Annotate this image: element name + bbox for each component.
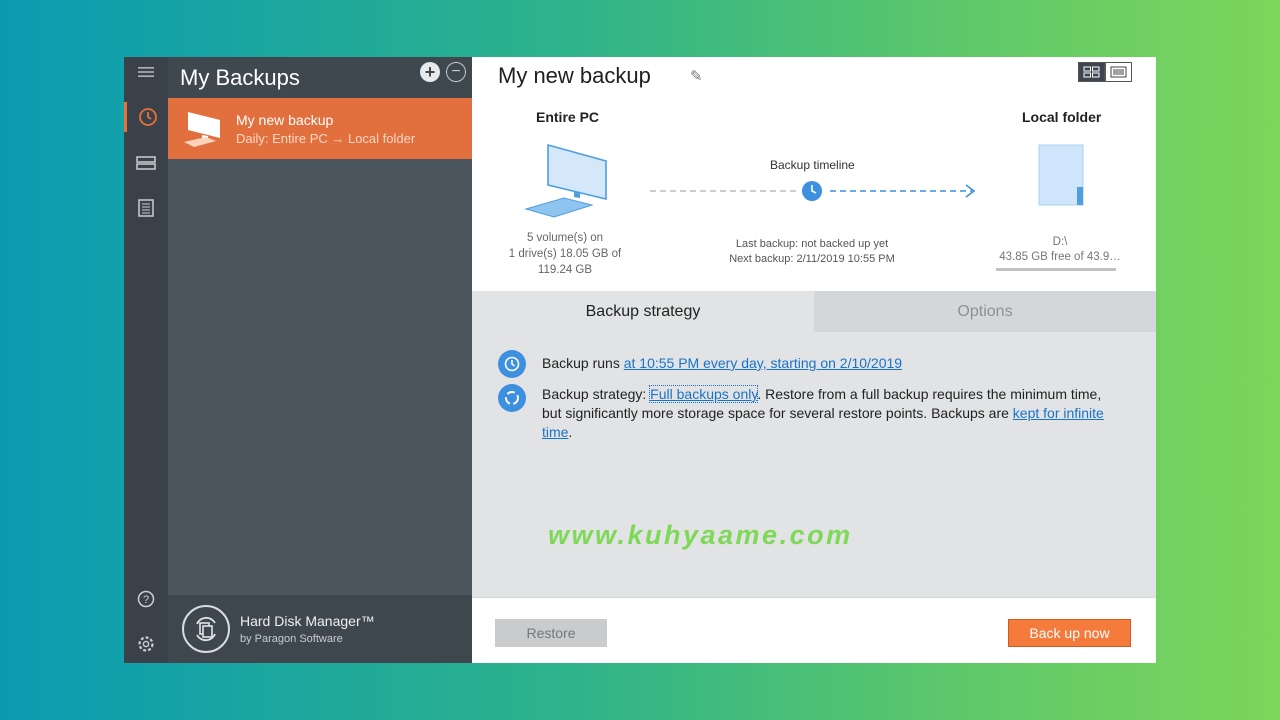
- destination-free-space: 43.85 GB free of 43.9…: [999, 251, 1121, 263]
- product-branding: Hard Disk Manager™ by Paragon Software: [168, 595, 472, 663]
- rename-pencil-icon[interactable]: ✎: [690, 67, 703, 85]
- backup-timeline: [650, 181, 976, 201]
- sidebar: My Backups + − My new backup Daily: Enti…: [168, 57, 472, 663]
- destination-label: Local folder: [1022, 109, 1102, 125]
- action-bar: Restore Back up now: [472, 597, 1156, 663]
- app-window: ? My Backups + − My new backup Daily: En…: [124, 57, 1156, 663]
- remove-backup-button[interactable]: −: [446, 62, 466, 82]
- next-backup-text: Next backup: 2/11/2019 10:55 PM: [729, 252, 895, 265]
- strategy-prefix: Backup strategy:: [542, 386, 651, 402]
- tab-backup-strategy[interactable]: Backup strategy: [472, 291, 814, 332]
- sidebar-title: My Backups: [180, 64, 300, 90]
- main-panel: My new backup ✎ Entire PC Local folder B…: [472, 57, 1156, 663]
- drives-icon[interactable]: [124, 148, 168, 178]
- disk-usage-bar: [996, 268, 1116, 271]
- restore-button[interactable]: Restore: [495, 619, 607, 647]
- strategy-link[interactable]: Full backups only: [649, 385, 759, 403]
- tile-view-icon[interactable]: [1078, 62, 1105, 82]
- help-icon[interactable]: ?: [124, 584, 168, 614]
- entire-pc-icon[interactable]: [524, 143, 614, 219]
- recycle-icon: [498, 384, 526, 412]
- computer-icon: [184, 111, 220, 147]
- add-backup-button[interactable]: +: [420, 62, 440, 82]
- schedule-link[interactable]: at 10:55 PM every day, starting on 2/10/…: [624, 355, 902, 371]
- log-icon[interactable]: [124, 193, 168, 223]
- backup-title: My new backup: [498, 63, 651, 88]
- backup-job-item[interactable]: My new backup Daily: Entire PC → Local f…: [168, 98, 472, 159]
- destination-path: D:\: [1052, 236, 1068, 248]
- backup-schedule-info: Last backup: not backed up yet Next back…: [720, 237, 904, 266]
- schedule-prefix: Backup runs: [542, 355, 624, 371]
- view-toggle: [1078, 62, 1132, 82]
- tabs-area: Backup strategy Options Backup runs at 1…: [472, 291, 1156, 597]
- destination-info: D:\ 43.85 GB free of 43.9…: [990, 235, 1130, 265]
- last-backup-text: Last backup: not backed up yet: [735, 238, 889, 250]
- product-name: Hard Disk Manager™: [240, 613, 375, 629]
- clock-icon: [498, 350, 526, 378]
- strategy-row: Backup strategy: Full backups only. Rest…: [498, 384, 1116, 442]
- backup-job-title: My new backup: [236, 111, 334, 128]
- back-up-now-button[interactable]: Back up now: [1008, 619, 1131, 647]
- backup-timeline-label: Backup timeline: [770, 158, 855, 172]
- history-icon[interactable]: [124, 102, 168, 132]
- left-rail: ?: [124, 57, 168, 663]
- source-label: Entire PC: [536, 109, 600, 125]
- list-view-icon[interactable]: [1105, 62, 1132, 82]
- paragon-logo-icon: [182, 605, 230, 653]
- local-folder-icon[interactable]: [1037, 143, 1087, 209]
- schedule-row: Backup runs at 10:55 PM every day, start…: [498, 350, 1116, 378]
- settings-icon[interactable]: [124, 629, 168, 659]
- sidebar-header: My Backups + −: [168, 57, 472, 98]
- menu-icon[interactable]: [124, 57, 168, 87]
- source-info: 5 volume(s) on 1 drive(s) 18.05 GB of 11…: [508, 232, 622, 276]
- backup-job-subtitle: Daily: Entire PC → Local folder: [236, 130, 416, 146]
- watermark: www.kuhyaame.com: [548, 520, 853, 550]
- tab-options[interactable]: Options: [814, 291, 1156, 332]
- product-vendor: by Paragon Software: [240, 633, 343, 645]
- svg-text:?: ?: [143, 594, 149, 606]
